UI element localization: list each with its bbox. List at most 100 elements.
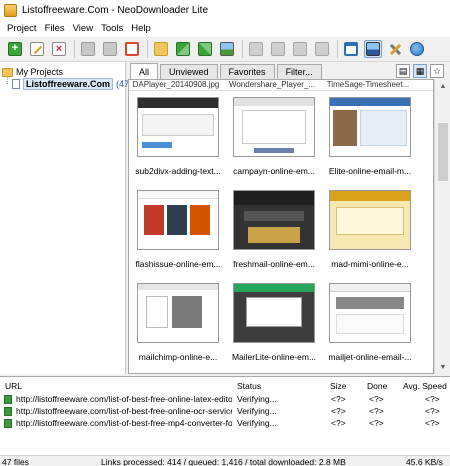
images-button-1[interactable] <box>247 40 265 58</box>
edit-project-button[interactable] <box>28 40 46 58</box>
thumbnail-image[interactable] <box>329 283 411 343</box>
list-view-button[interactable]: ▤ <box>396 64 410 78</box>
gallery-scrollbar[interactable]: ▲ ▼ <box>434 79 450 374</box>
thumbnail-item[interactable]: freshmail-online-em... <box>227 185 321 275</box>
pictures-button[interactable] <box>218 40 236 58</box>
download-status: Verifying... <box>237 394 277 404</box>
resume-button[interactable] <box>101 40 119 58</box>
download-row[interactable]: http://listoffreeware.com/list-of-best-f… <box>0 406 450 418</box>
open-folder-button[interactable] <box>152 40 170 58</box>
plus-icon: + <box>8 42 22 56</box>
thumbnail-image[interactable] <box>233 190 315 250</box>
thumbnail-caption[interactable]: TimeSage-Timesheet... <box>323 80 413 89</box>
title-bar: Listoffreeware.Com - NeoDownloader Lite <box>0 0 450 20</box>
add-project-button[interactable]: + <box>6 40 24 58</box>
download-size: <?> <box>331 418 346 428</box>
download-url: http://listoffreeware.com/list-of-best-f… <box>16 406 232 416</box>
resume-icon <box>103 42 117 56</box>
start-button[interactable] <box>79 40 97 58</box>
thumbnail-image[interactable] <box>233 97 315 157</box>
thumbnail-item[interactable]: sub2divx-adding-text... <box>131 92 225 182</box>
column-done[interactable]: Done <box>367 381 387 393</box>
delete-icon: × <box>52 42 66 56</box>
thumbnail-item[interactable]: MailerLite-online-em... <box>227 278 321 368</box>
thumbnail-caption: MailerLite-online-em... <box>231 352 317 362</box>
menu-view[interactable]: View <box>73 23 93 34</box>
favorites-button[interactable] <box>364 40 382 58</box>
tree-root[interactable]: My Projects <box>2 66 63 78</box>
tools-button[interactable] <box>386 40 404 58</box>
thumbnail-item[interactable]: Elite-online-email-m... <box>323 92 417 182</box>
globe-button[interactable] <box>408 40 426 58</box>
tab-filter[interactable]: Filter... <box>276 64 322 79</box>
download-url: http://listoffreeware.com/list-of-best-f… <box>16 418 232 428</box>
project-icon <box>12 79 20 89</box>
column-url[interactable]: URL <box>5 381 22 393</box>
export-button[interactable] <box>196 40 214 58</box>
project-tree: My Projects Listoffreeware.Com (47) <box>0 62 132 374</box>
folder-icon <box>154 42 168 56</box>
scrollbar-thumb[interactable] <box>438 123 448 181</box>
thumbnail-image[interactable] <box>329 190 411 250</box>
menu-files[interactable]: Files <box>45 23 65 34</box>
globe-icon <box>410 42 424 56</box>
download-active-icon <box>4 407 12 416</box>
download-row[interactable]: http://listoffreeware.com/list-of-best-f… <box>0 394 450 406</box>
delete-project-button[interactable]: × <box>50 40 68 58</box>
thumbnail-image[interactable] <box>137 283 219 343</box>
pencil-icon <box>30 42 44 56</box>
thumbnail-item[interactable]: mailjet-online-email-... <box>323 278 417 368</box>
column-avg-speed[interactable]: Avg. Speed <box>403 381 447 393</box>
thumbnail-view-button[interactable]: ▦ <box>413 64 427 78</box>
thumbnail-item[interactable]: mad-mimi-online-e... <box>323 185 417 275</box>
download-speed: <?> <box>425 418 440 428</box>
images-button-2[interactable] <box>269 40 287 58</box>
thumbnail-image[interactable] <box>233 283 315 343</box>
thumbnail-caption: campayn-online-em... <box>233 166 315 176</box>
download-speed: <?> <box>425 406 440 416</box>
tab-all[interactable]: All <box>130 63 159 79</box>
download-active-icon <box>4 419 12 428</box>
tab-favorites[interactable]: Favorites <box>219 64 275 79</box>
thumbnail-item[interactable]: mailchimp-online-e... <box>131 278 225 368</box>
status-links-processed: Links processed: 414 / queued: 1,416 / t… <box>101 457 346 466</box>
images-button-4[interactable] <box>313 40 331 58</box>
column-status[interactable]: Status <box>237 381 261 393</box>
thumbnail-gallery: DAPlayer_20140908.jpg Wondershare_Player… <box>128 79 434 374</box>
stop-button[interactable] <box>123 40 141 58</box>
thumbnail-image[interactable] <box>137 190 219 250</box>
status-file-count: 47 files <box>2 457 29 466</box>
import-arrow-icon <box>176 42 190 56</box>
status-bar: 47 files Links processed: 414 / queued: … <box>0 455 450 466</box>
tree-root-label: My Projects <box>16 67 64 77</box>
menu-tools[interactable]: Tools <box>101 23 123 34</box>
tree-item-project-label: Listoffreeware.Com <box>23 78 114 90</box>
scroll-up-icon[interactable]: ▲ <box>435 79 450 93</box>
column-size[interactable]: Size <box>330 381 347 393</box>
thumbnail-item[interactable]: campayn-online-em... <box>227 92 321 182</box>
thumbnail-caption: freshmail-online-em... <box>233 259 315 269</box>
thumbnail-image[interactable] <box>329 97 411 157</box>
thumbnail-caption[interactable]: Wondershare_Player_... <box>227 80 317 89</box>
tab-unviewed[interactable]: Unviewed <box>160 64 218 79</box>
image-icon <box>293 42 307 56</box>
download-size: <?> <box>331 406 346 416</box>
tools-icon <box>388 42 402 56</box>
menu-project[interactable]: Project <box>7 23 37 34</box>
window-button[interactable] <box>342 40 360 58</box>
download-status: Verifying... <box>237 406 277 416</box>
star-icon: ☆ <box>432 65 442 76</box>
scroll-down-icon[interactable]: ▼ <box>435 360 450 374</box>
download-row[interactable]: http://listoffreeware.com/list-of-best-f… <box>0 418 450 430</box>
thumbnail-caption[interactable]: DAPlayer_20140908.jpg <box>131 80 221 89</box>
row-divider <box>129 90 433 91</box>
import-button[interactable] <box>174 40 192 58</box>
thumbnail-item[interactable]: flashissue-online-em... <box>131 185 225 275</box>
toolbar: + × <box>0 37 450 62</box>
thumbnail-image[interactable] <box>137 97 219 157</box>
menu-help[interactable]: Help <box>131 23 151 34</box>
toolbar-separator <box>242 40 243 58</box>
tree-item-project[interactable]: Listoffreeware.Com (47) <box>12 78 132 90</box>
favorite-star-button[interactable]: ☆ <box>430 64 444 78</box>
images-button-3[interactable] <box>291 40 309 58</box>
